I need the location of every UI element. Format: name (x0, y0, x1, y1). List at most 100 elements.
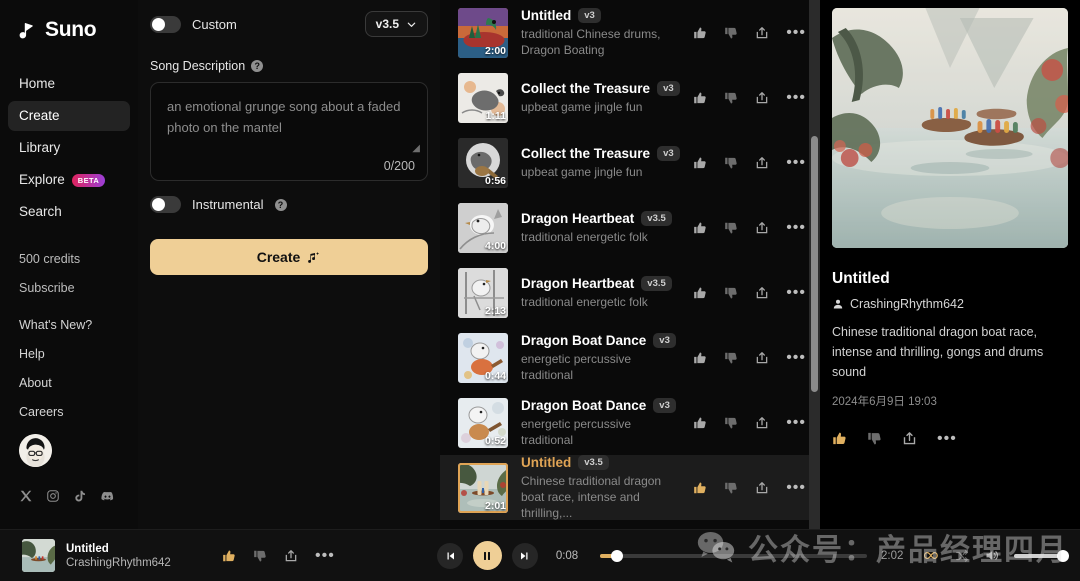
about-link[interactable]: About (19, 376, 119, 390)
seek-knob[interactable] (610, 549, 623, 562)
more-options-icon[interactable]: ••• (786, 219, 806, 235)
song-thumbnail[interactable]: 2:13 (458, 267, 508, 318)
share-icon[interactable] (755, 91, 769, 105)
version-select[interactable]: v3.5 (364, 11, 428, 37)
thumbs-down-icon[interactable] (724, 91, 738, 105)
thumbs-up-icon[interactable] (693, 286, 707, 300)
play-pause-button[interactable] (472, 541, 502, 570)
player-seek-bar[interactable] (599, 549, 867, 562)
help-link[interactable]: Help (19, 347, 119, 361)
volume-knob[interactable] (1057, 549, 1069, 562)
avatar[interactable] (19, 434, 52, 467)
song-thumbnail[interactable]: 2:01 (458, 462, 508, 513)
song-row[interactable]: 2:13 Dragon Heartbeat v3.5 traditional ener… (440, 260, 820, 325)
loop-infinite-icon[interactable] (923, 549, 940, 562)
custom-toggle[interactable] (150, 15, 181, 33)
more-options-icon[interactable]: ••• (315, 547, 335, 563)
thumbs-down-icon[interactable] (724, 221, 738, 235)
song-subtitle: energetic percussive traditional (521, 416, 632, 447)
more-options-icon[interactable]: ••• (786, 154, 806, 170)
more-options-icon[interactable]: ••• (786, 414, 806, 430)
player-right-controls (923, 548, 1069, 563)
more-options-icon[interactable]: ••• (786, 479, 806, 495)
careers-link[interactable]: Careers (19, 405, 119, 419)
song-row[interactable]: 2:00 Untitled v3 traditional Chinese drums,… (440, 0, 820, 65)
song-row[interactable]: 2:01 Untitled v3.5 Chinese traditional drag… (440, 454, 820, 520)
x-icon[interactable] (19, 489, 33, 503)
thumbs-up-icon[interactable] (832, 431, 847, 446)
brand-logo[interactable]: Suno (0, 14, 138, 42)
share-icon[interactable] (755, 26, 769, 40)
cover-art[interactable] (832, 8, 1068, 248)
share-icon[interactable] (755, 351, 769, 365)
thumbs-down-icon[interactable] (724, 286, 738, 300)
sidebar-item-create[interactable]: Create (8, 101, 130, 131)
song-row[interactable]: 1:11 Collect the Treasure v3 upbeat game ji… (440, 65, 820, 130)
volume-slider[interactable] (1014, 549, 1069, 562)
share-icon[interactable] (902, 431, 917, 446)
thumbs-up-icon[interactable] (693, 156, 707, 170)
thumbs-down-icon[interactable] (724, 26, 738, 40)
scrollbar-thumb[interactable] (811, 136, 818, 392)
share-icon[interactable] (755, 416, 769, 430)
create-button[interactable]: Create (150, 239, 428, 275)
sidebar-item-home[interactable]: Home (8, 69, 130, 99)
song-thumbnail[interactable]: 0:56 (458, 137, 508, 188)
song-thumbnail[interactable]: 2:00 (458, 7, 508, 58)
custom-toggle-group[interactable]: Custom (150, 15, 237, 33)
sidebar-item-explore[interactable]: Explore BETA (8, 165, 130, 195)
more-options-icon[interactable]: ••• (937, 430, 957, 446)
song-thumbnail[interactable]: 4:00 (458, 202, 508, 253)
song-list-scrollbar[interactable] (809, 0, 820, 529)
thumbs-down-icon[interactable] (724, 416, 738, 430)
share-icon[interactable] (755, 481, 769, 495)
thumbs-up-icon[interactable] (693, 416, 707, 430)
more-options-icon[interactable]: ••• (786, 284, 806, 300)
share-icon[interactable] (755, 156, 769, 170)
detail-user-row[interactable]: CrashingRhythm642 (832, 297, 1068, 311)
whats-new-link[interactable]: What's New? (19, 318, 119, 332)
tiktok-icon[interactable] (73, 489, 87, 503)
skip-previous-icon[interactable] (436, 542, 463, 569)
thumbs-down-icon[interactable] (724, 481, 738, 495)
song-row[interactable]: 0:52 Dragon Boat Dance v3 energetic percuss… (440, 390, 820, 455)
song-row[interactable]: 0:44 Dragon Boat Dance v3 energetic percuss… (440, 325, 820, 390)
sidebar-item-search[interactable]: Search (8, 197, 130, 227)
song-thumbnail[interactable]: 1:11 (458, 72, 508, 123)
thumbs-up-icon[interactable] (693, 481, 707, 495)
shuffle-icon[interactable] (955, 549, 969, 563)
song-thumbnail[interactable]: 0:52 (458, 397, 508, 448)
more-options-icon[interactable]: ••• (786, 24, 806, 40)
instrumental-toggle[interactable] (150, 196, 181, 213)
more-options-icon[interactable]: ••• (786, 89, 806, 105)
discord-icon[interactable] (100, 489, 115, 503)
share-icon[interactable] (755, 221, 769, 235)
song-row[interactable]: 4:00 Dragon Heartbeat v3.5 traditional ener… (440, 195, 820, 260)
more-options-icon[interactable]: ••• (786, 349, 806, 365)
thumbs-down-icon[interactable] (867, 431, 882, 446)
resize-handle-icon[interactable]: ◢ (412, 143, 420, 154)
help-circle-icon[interactable]: ? (251, 60, 264, 72)
thumbs-up-icon[interactable] (693, 221, 707, 235)
share-icon[interactable] (284, 549, 298, 563)
subscribe-link[interactable]: Subscribe (19, 281, 119, 295)
sidebar-item-library[interactable]: Library (8, 133, 130, 163)
song-description-field[interactable]: an emotional grunge song about a faded p… (150, 82, 428, 181)
skip-next-icon[interactable] (511, 542, 538, 569)
help-circle-icon[interactable]: ? (274, 198, 287, 211)
thumbs-up-icon[interactable] (693, 26, 707, 40)
share-icon[interactable] (755, 286, 769, 300)
volume-icon[interactable] (984, 548, 999, 563)
thumbs-up-icon[interactable] (693, 351, 707, 365)
detail-title: Untitled (832, 270, 890, 287)
player-thumbnail[interactable] (22, 539, 55, 572)
thumbs-down-icon[interactable] (253, 549, 267, 563)
song-thumbnail[interactable]: 0:44 (458, 332, 508, 383)
thumbs-up-icon[interactable] (693, 91, 707, 105)
thumbs-up-icon[interactable] (222, 549, 236, 563)
instagram-icon[interactable] (46, 489, 60, 503)
song-duration: 2:00 (484, 44, 506, 57)
song-row[interactable]: 0:56 Collect the Treasure v3 upbeat game ji… (440, 130, 820, 195)
thumbs-down-icon[interactable] (724, 156, 738, 170)
thumbs-down-icon[interactable] (724, 351, 738, 365)
